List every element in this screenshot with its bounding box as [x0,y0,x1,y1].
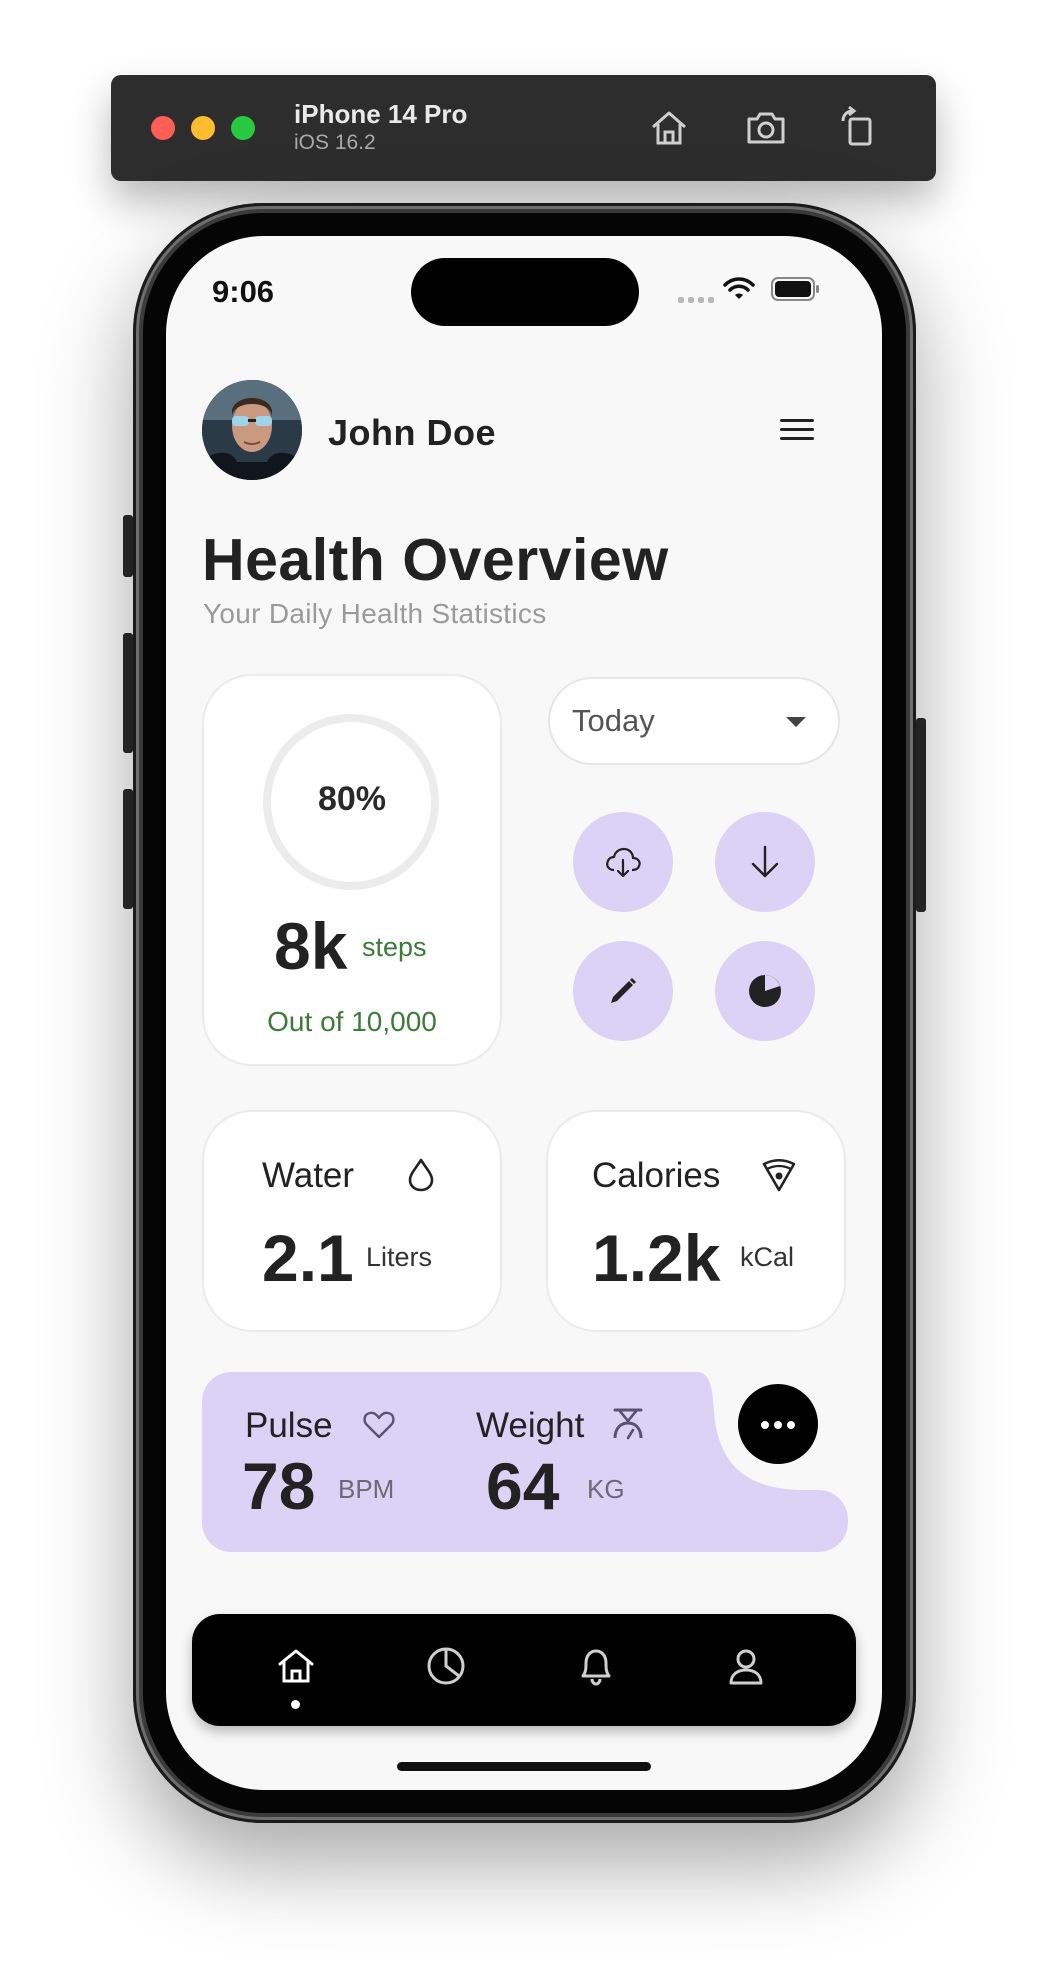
cellular-icon [678,297,714,303]
weight-label: Weight [476,1406,585,1445]
calories-label: Calories [592,1156,721,1195]
pulse-value: 78 [242,1449,316,1523]
pulse-label: Pulse [245,1406,333,1445]
edit-button[interactable] [573,941,673,1041]
home-indicator[interactable] [397,1762,651,1771]
water-unit: Liters [366,1242,433,1272]
download-button[interactable] [715,812,815,912]
steps-progress-percent: 80% [317,780,387,818]
battery-icon [771,277,819,301]
silent-switch [123,515,133,577]
more-options-button[interactable] [738,1384,818,1464]
status-time: 9:06 [212,274,275,309]
os-version: iOS 16.2 [294,131,376,154]
steps-goal: Out of 10,000 [267,1006,437,1037]
dynamic-island [411,258,639,326]
period-dropdown-value: Today [572,703,655,738]
more-dot [761,1421,769,1429]
device-name: iPhone 14 Pro [294,99,468,129]
phone-screen: 9:06 John Doe Health Overview Your Daily… [166,236,882,1790]
simulator-toolbar: iPhone 14 Pro iOS 16.2 [111,75,936,181]
stats-button[interactable] [715,941,815,1041]
screenshot-icon[interactable] [743,105,789,151]
steps-value: 8k [274,909,348,983]
weight-value: 64 [486,1449,560,1523]
nav-stats-icon[interactable] [424,1644,468,1688]
steps-unit: steps [362,932,427,962]
caret-down-icon [786,717,806,727]
nav-home-icon[interactable] [274,1644,318,1688]
avatar[interactable] [202,380,302,480]
cloud-download-icon [606,847,641,878]
power-button [916,718,926,912]
arrow-down-icon [751,845,779,878]
page-title: Health Overview [202,527,669,593]
heart-icon [363,1411,395,1439]
calories-unit: kCal [740,1242,795,1272]
home-icon[interactable] [646,105,692,151]
wifi-icon [723,277,755,299]
user-name: John Doe [328,412,497,453]
zoom-window-button[interactable] [231,116,255,140]
water-drop-icon [408,1158,434,1192]
water-label: Water [262,1156,355,1195]
scale-icon [613,1408,643,1440]
calories-value: 1.2k [592,1221,721,1295]
avatar-image [202,380,302,480]
rotate-icon[interactable] [835,105,881,151]
pulse-unit: BPM [338,1474,395,1504]
volume-down-button [123,789,133,909]
water-card[interactable]: Water 2.1 Liters [202,1110,502,1332]
water-value: 2.1 [262,1221,354,1295]
minimize-window-button[interactable] [191,116,215,140]
more-dot [774,1421,782,1429]
more-dot [787,1421,795,1429]
nav-active-indicator [291,1700,300,1709]
pencil-icon [611,978,636,1003]
close-window-button[interactable] [151,116,175,140]
period-dropdown[interactable]: Today [548,677,840,765]
bottom-nav [192,1614,856,1726]
pie-chart-icon [749,975,781,1007]
steps-card[interactable]: 80% 8k steps Out of 10,000 [202,674,502,1066]
nav-profile-icon[interactable] [724,1644,768,1688]
weight-unit: KG [587,1474,625,1504]
volume-up-button [123,633,133,753]
cloud-download-button[interactable] [573,812,673,912]
pizza-slice-icon [762,1158,796,1192]
nav-notifications-icon[interactable] [574,1644,618,1688]
calories-card[interactable]: Calories 1.2k kCal [546,1110,846,1332]
page-subtitle: Your Daily Health Statistics [203,598,547,629]
hamburger-menu-icon[interactable] [778,414,816,446]
